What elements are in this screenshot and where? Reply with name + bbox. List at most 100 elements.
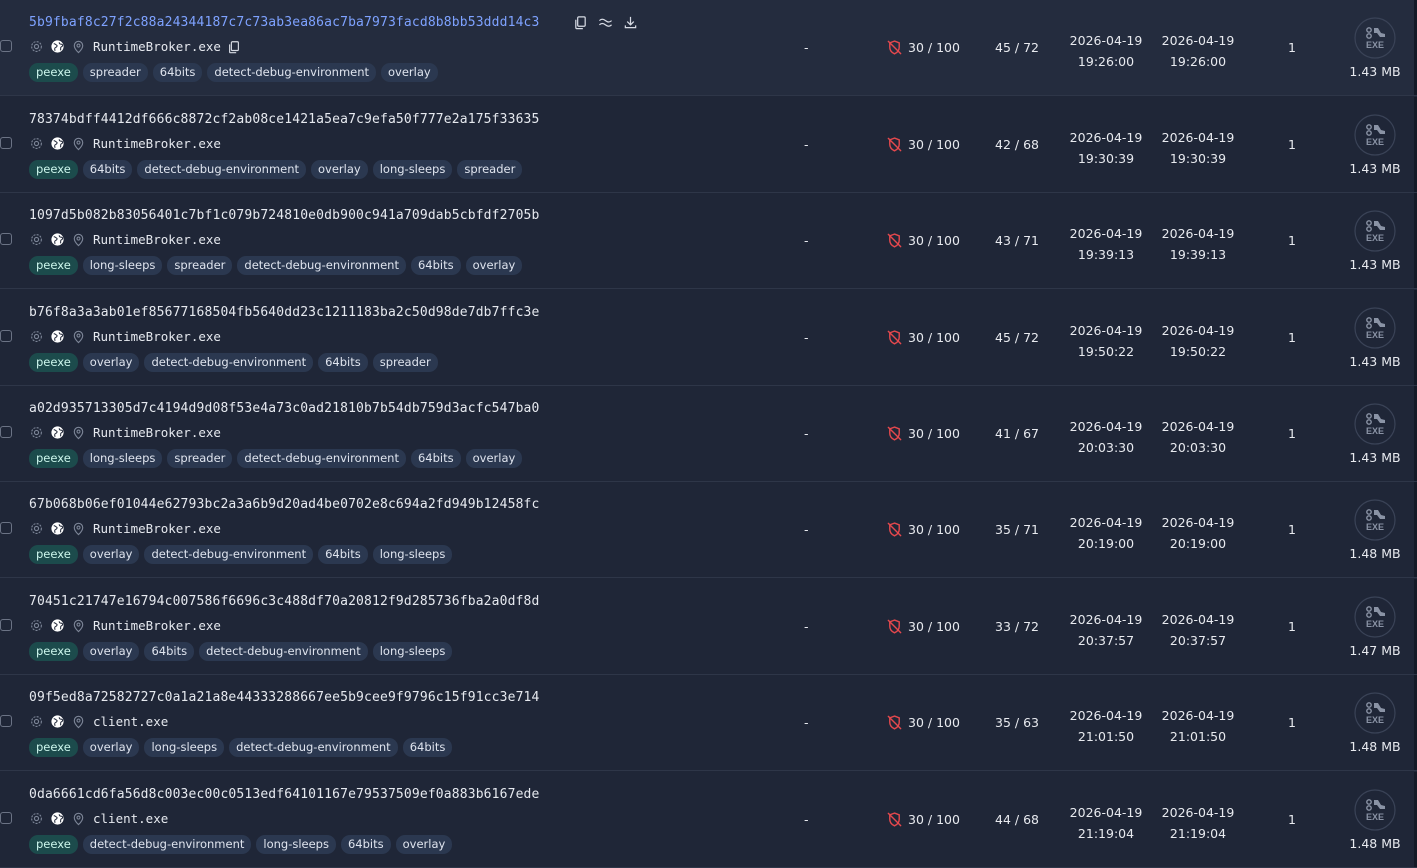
file-name[interactable]: RuntimeBroker.exe: [93, 425, 221, 440]
tag-64bits[interactable]: 64bits: [152, 63, 203, 82]
tag-overlay[interactable]: overlay: [82, 353, 140, 372]
file-name[interactable]: client.exe: [93, 811, 168, 826]
tag-overlay[interactable]: overlay: [82, 545, 140, 564]
tag-64bits[interactable]: 64bits: [144, 642, 195, 661]
tag-64bits[interactable]: 64bits: [318, 353, 368, 372]
tag-64bits[interactable]: 64bits: [402, 738, 453, 757]
tag-long-sleeps[interactable]: long-sleeps: [372, 642, 453, 661]
file-name[interactable]: RuntimeBroker.exe: [93, 136, 221, 151]
file-name[interactable]: RuntimeBroker.exe: [93, 521, 221, 536]
file-hash-link[interactable]: 09f5ed8a72582727c0a1a21a8e44333288667ee5…: [29, 690, 540, 705]
download-icon[interactable]: [623, 15, 638, 30]
file-hash-link[interactable]: 78374bdff4412df666c8872cf2ab08ce1421a5ea…: [29, 112, 540, 127]
tag-peexe[interactable]: peexe: [29, 63, 78, 82]
file-size: 1.43 MB: [1349, 354, 1401, 369]
tag-spreader[interactable]: spreader: [167, 449, 233, 468]
exe-file-icon: EXE: [1354, 210, 1396, 252]
tag-spreader[interactable]: spreader: [457, 160, 523, 179]
row-select-checkbox[interactable]: [0, 812, 12, 824]
file-row[interactable]: 09f5ed8a72582727c0a1a21a8e44333288667ee5…: [0, 675, 1417, 771]
file-hash-link[interactable]: 5b9fbaf8c27f2c88a24344187c7c73ab3ea86ac7…: [29, 15, 540, 30]
file-hash-link[interactable]: b76f8a3a3ab01ef85677168504fb5640dd23c121…: [29, 305, 540, 320]
tag-peexe[interactable]: peexe: [29, 545, 78, 564]
tag-spreader[interactable]: spreader: [372, 353, 438, 372]
row-select-checkbox[interactable]: [0, 40, 12, 52]
tag-detect-debug-environment[interactable]: detect-debug-environment: [199, 642, 368, 661]
file-row[interactable]: 67b068b06ef01044e62793bc2a3a6b9d20ad4be0…: [0, 482, 1417, 578]
tag-overlay[interactable]: overlay: [82, 738, 140, 757]
location-pin-icon: [73, 40, 84, 54]
tag-peexe[interactable]: peexe: [29, 256, 78, 275]
tag-peexe[interactable]: peexe: [29, 160, 78, 179]
file-name[interactable]: RuntimeBroker.exe: [93, 39, 221, 54]
first-seen-time: 19:50:22: [1077, 344, 1135, 359]
file-row[interactable]: 0da6661cd6fa56d8c003ec00c0513edf64101167…: [0, 772, 1417, 868]
tag-overlay[interactable]: overlay: [82, 642, 140, 661]
row-select-checkbox[interactable]: [0, 233, 12, 245]
tag-spreader[interactable]: spreader: [82, 63, 148, 82]
first-seen-time: 19:30:39: [1077, 151, 1135, 166]
row-select-checkbox[interactable]: [0, 619, 12, 631]
tag-list: peexe 64bits detect-debug-environment overl…: [29, 160, 523, 179]
first-seen: 2026-04-19 21:01:50: [1066, 705, 1146, 747]
file-row[interactable]: 70451c21747e16794c007586f6696c3c488df70a…: [0, 579, 1417, 675]
file-hash-link[interactable]: 70451c21747e16794c007586f6696c3c488df70a…: [29, 594, 540, 609]
file-row[interactable]: 1097d5b082b83056401c7bf1c079b724810e0db9…: [0, 193, 1417, 289]
tag-overlay[interactable]: overlay: [465, 256, 523, 275]
tag-peexe[interactable]: peexe: [29, 353, 78, 372]
tag-64bits[interactable]: 64bits: [340, 835, 391, 854]
tag-detect-debug-environment[interactable]: detect-debug-environment: [144, 545, 314, 564]
tag-detect-debug-environment[interactable]: detect-debug-environment: [229, 738, 398, 757]
tag-long-sleeps[interactable]: long-sleeps: [372, 545, 453, 564]
tag-spreader[interactable]: spreader: [167, 256, 233, 275]
row-select-checkbox[interactable]: [0, 426, 12, 438]
tag-64bits[interactable]: 64bits: [82, 160, 133, 179]
first-seen-time: 21:01:50: [1077, 729, 1135, 744]
tag-overlay[interactable]: overlay: [381, 63, 438, 82]
row-select-checkbox[interactable]: [0, 522, 12, 534]
file-row[interactable]: a02d935713305d7c4194d9d08f53e4a73c0ad218…: [0, 386, 1417, 482]
exe-file-icon: EXE: [1354, 17, 1396, 59]
row-select-checkbox[interactable]: [0, 715, 12, 727]
file-hash-link[interactable]: a02d935713305d7c4194d9d08f53e4a73c0ad218…: [29, 401, 540, 416]
file-hash-link[interactable]: 0da6661cd6fa56d8c003ec00c0513edf64101167…: [29, 787, 540, 802]
file-hash-link[interactable]: 1097d5b082b83056401c7bf1c079b724810e0db9…: [29, 208, 540, 223]
file-size: 1.48 MB: [1349, 739, 1401, 754]
tag-peexe[interactable]: peexe: [29, 738, 78, 757]
tag-long-sleeps[interactable]: long-sleeps: [144, 738, 225, 757]
tag-64bits[interactable]: 64bits: [318, 545, 368, 564]
tag-overlay[interactable]: overlay: [311, 160, 368, 179]
tag-64bits[interactable]: 64bits: [410, 256, 461, 275]
file-row[interactable]: 5b9fbaf8c27f2c88a24344187c7c73ab3ea86ac7…: [0, 0, 1417, 96]
row-select-checkbox[interactable]: [0, 330, 12, 342]
tag-long-sleeps[interactable]: long-sleeps: [82, 449, 163, 468]
file-name[interactable]: RuntimeBroker.exe: [93, 618, 221, 633]
file-row[interactable]: b76f8a3a3ab01ef85677168504fb5640dd23c121…: [0, 290, 1417, 386]
tag-detect-debug-environment[interactable]: detect-debug-environment: [137, 160, 307, 179]
file-name[interactable]: RuntimeBroker.exe: [93, 232, 221, 247]
file-size: 1.48 MB: [1349, 546, 1401, 561]
file-name[interactable]: RuntimeBroker.exe: [93, 329, 221, 344]
tag-detect-debug-environment[interactable]: detect-debug-environment: [207, 63, 377, 82]
tag-detect-debug-environment[interactable]: detect-debug-environment: [237, 449, 406, 468]
file-name[interactable]: client.exe: [93, 714, 168, 729]
tag-long-sleeps[interactable]: long-sleeps: [372, 160, 453, 179]
threat-score-value: 30 / 100: [908, 715, 960, 730]
file-hash-link[interactable]: 67b068b06ef01044e62793bc2a3a6b9d20ad4be0…: [29, 497, 540, 512]
tag-detect-debug-environment[interactable]: detect-debug-environment: [144, 353, 314, 372]
tag-peexe[interactable]: peexe: [29, 835, 78, 854]
tag-64bits[interactable]: 64bits: [410, 449, 461, 468]
tag-detect-debug-environment[interactable]: detect-debug-environment: [237, 256, 406, 275]
tag-peexe[interactable]: peexe: [29, 449, 78, 468]
row-select-checkbox[interactable]: [0, 137, 12, 149]
tag-overlay[interactable]: overlay: [395, 835, 453, 854]
copy-filename-icon[interactable]: [227, 40, 241, 54]
tag-detect-debug-environment[interactable]: detect-debug-environment: [82, 835, 252, 854]
tag-overlay[interactable]: overlay: [465, 449, 523, 468]
copy-icon[interactable]: [573, 15, 588, 30]
tag-peexe[interactable]: peexe: [29, 642, 78, 661]
tag-long-sleeps[interactable]: long-sleeps: [256, 835, 336, 854]
tag-long-sleeps[interactable]: long-sleeps: [82, 256, 163, 275]
similar-icon[interactable]: [598, 15, 613, 30]
file-row[interactable]: 78374bdff4412df666c8872cf2ab08ce1421a5ea…: [0, 97, 1417, 193]
